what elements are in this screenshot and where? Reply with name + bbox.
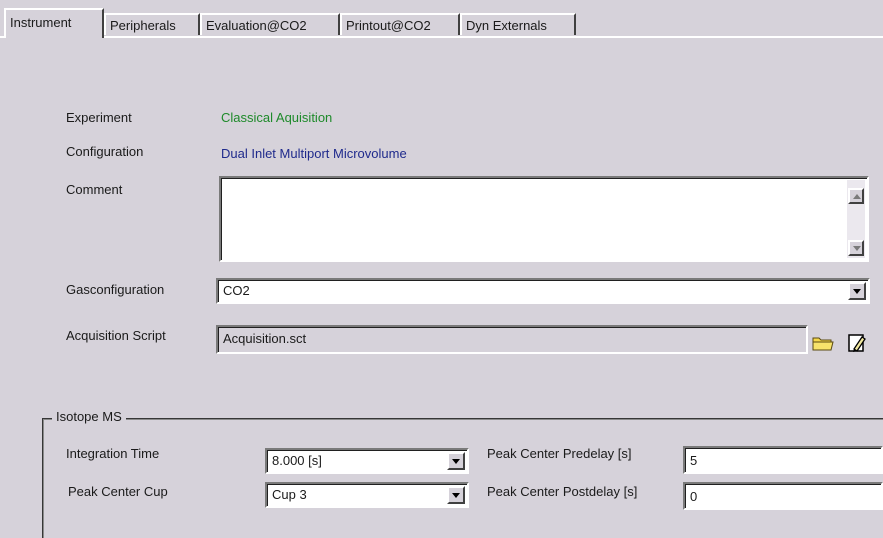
integration-time-value: 8.000 [s] xyxy=(272,453,322,468)
isotope-ms-title: Isotope MS xyxy=(52,409,126,424)
peak-center-cup-select[interactable]: Cup 3 xyxy=(265,482,469,508)
integration-time-dropdown-button[interactable] xyxy=(447,452,465,470)
peak-center-predelay-value: 5 xyxy=(690,453,698,468)
comment-label: Comment xyxy=(66,182,123,197)
tab-peripherals[interactable]: Peripherals xyxy=(104,13,200,35)
peak-center-predelay-label: Peak Center Predelay [s] xyxy=(487,446,632,461)
peak-center-predelay-input[interactable]: 5 xyxy=(683,446,883,474)
chevron-down-icon xyxy=(853,289,861,294)
configuration-value: Dual Inlet Multiport Microvolume xyxy=(221,146,407,161)
acquisition-script-value: Acquisition.sct xyxy=(223,331,307,346)
acquisition-script-label: Acquisition Script xyxy=(66,328,166,343)
acquisition-script-field[interactable]: Acquisition.sct xyxy=(216,325,808,354)
chevron-down-icon xyxy=(452,459,460,464)
edit-pencil-icon-svg xyxy=(848,334,866,352)
isotope-ms-group xyxy=(42,418,883,538)
folder-icon[interactable] xyxy=(812,334,834,352)
acquisition-script-inner xyxy=(218,327,806,352)
experiment-label: Experiment xyxy=(66,110,132,125)
gasconfiguration-select[interactable]: CO2 xyxy=(216,278,870,304)
integration-time-select[interactable]: 8.000 [s] xyxy=(265,448,469,474)
peak-center-postdelay-inner xyxy=(685,484,881,508)
gasconfiguration-value: CO2 xyxy=(223,283,250,298)
peak-center-cup-label: Peak Center Cup xyxy=(68,484,168,499)
scroll-up-button[interactable] xyxy=(848,188,864,204)
gasconfiguration-select-inner xyxy=(218,280,868,302)
configuration-label: Configuration xyxy=(66,144,144,159)
tab-bar: Instrument Peripherals Evaluation@CO2 Pr… xyxy=(0,0,883,40)
gasconfiguration-dropdown-button[interactable] xyxy=(848,282,866,300)
tab-printout-co2[interactable]: Printout@CO2 xyxy=(340,13,460,35)
tab-evaluation-co2[interactable]: Evaluation@CO2 xyxy=(200,13,340,35)
tab-dyn-externals[interactable]: Dyn Externals xyxy=(460,13,576,35)
folder-icon-svg xyxy=(812,337,834,351)
peak-center-postdelay-value: 0 xyxy=(690,489,698,504)
integration-time-label: Integration Time xyxy=(66,446,160,461)
experiment-value: Classical Aquisition xyxy=(221,110,333,125)
peak-center-cup-value: Cup 3 xyxy=(272,487,307,502)
peak-center-predelay-inner xyxy=(685,448,881,472)
comment-textarea[interactable] xyxy=(219,176,869,262)
scroll-down-button[interactable] xyxy=(848,240,864,256)
peak-center-postdelay-label: Peak Center Postdelay [s] xyxy=(487,484,638,499)
comment-scrollbar[interactable] xyxy=(847,180,865,258)
peak-center-postdelay-input[interactable]: 0 xyxy=(683,482,883,510)
tab-instrument[interactable]: Instrument xyxy=(4,8,104,38)
gasconfiguration-label: Gasconfiguration xyxy=(66,282,165,297)
arrow-down-icon xyxy=(853,246,861,251)
chevron-down-icon xyxy=(452,493,460,498)
arrow-up-icon xyxy=(853,194,861,199)
comment-textarea-inner xyxy=(221,178,867,260)
edit-pencil-icon[interactable] xyxy=(846,332,868,354)
peak-center-cup-dropdown-button[interactable] xyxy=(447,486,465,504)
